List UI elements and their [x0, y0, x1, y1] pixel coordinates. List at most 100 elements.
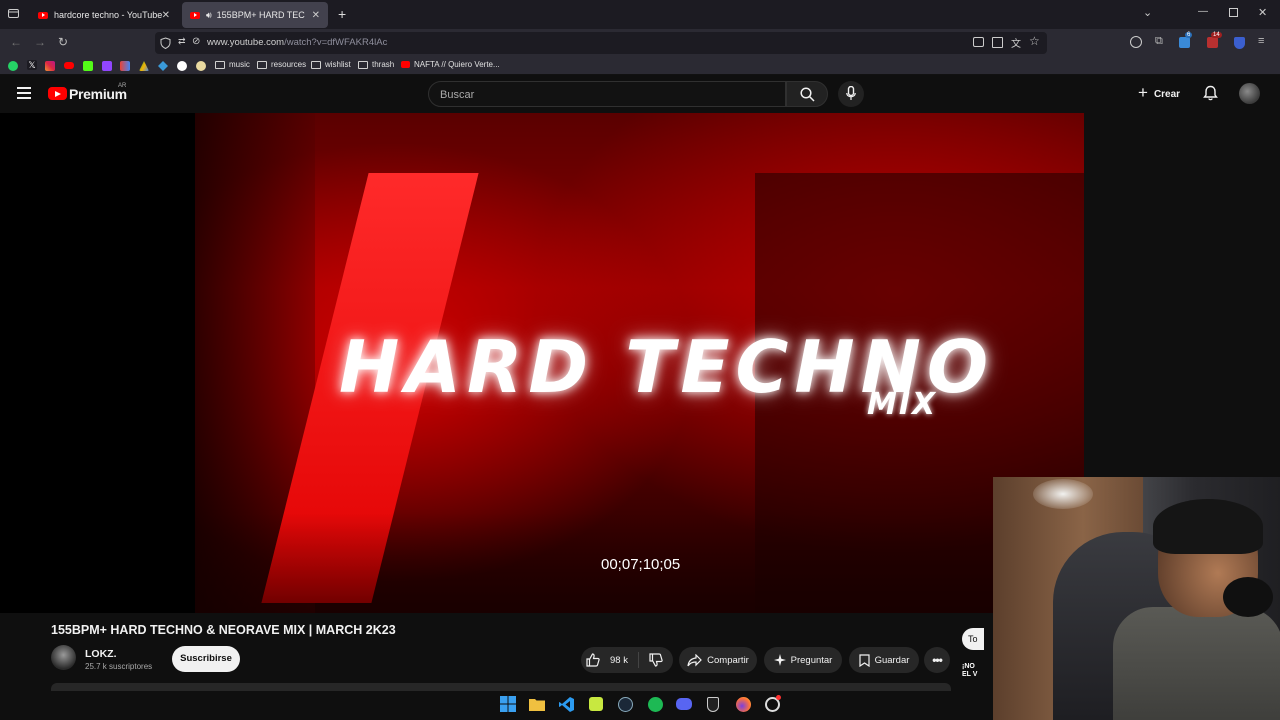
reload-icon[interactable]: ↻ — [58, 35, 68, 49]
forward-icon[interactable]: → — [34, 35, 46, 49]
close-window-icon[interactable]: ✕ — [1258, 6, 1267, 19]
share-button[interactable]: Compartir — [679, 647, 757, 673]
ask-label: Preguntar — [790, 654, 833, 666]
reader-view-icon[interactable] — [992, 37, 1003, 48]
tab-label: hardcore techno - YouTube — [54, 10, 163, 20]
bookmark-resources[interactable]: resources — [257, 60, 306, 69]
bookmark-icon — [858, 653, 870, 667]
youtube-favicon-icon — [190, 11, 200, 19]
extension-red-icon[interactable] — [1207, 37, 1218, 48]
create-button[interactable]: + Crear — [1138, 83, 1180, 103]
search-button[interactable] — [786, 81, 828, 107]
permissions-icon[interactable]: ⇄ — [178, 36, 186, 47]
subscribe-button[interactable]: Suscribirse — [172, 646, 240, 672]
dislike-button[interactable] — [649, 653, 668, 667]
instagram-icon[interactable] — [45, 61, 55, 71]
tab-hardcore-techno[interactable]: hardcore techno - YouTube ✕ — [30, 2, 178, 28]
epic-games-icon[interactable] — [704, 695, 722, 713]
drive-icon[interactable] — [139, 61, 149, 71]
firefox-icon[interactable] — [734, 695, 752, 713]
youtube-logo-icon[interactable] — [48, 87, 67, 100]
share-icon — [687, 653, 702, 666]
close-tab-icon[interactable]: ✕ — [162, 10, 170, 21]
shield-icon[interactable] — [160, 36, 171, 54]
new-tab-button[interactable]: + — [338, 6, 346, 22]
file-explorer-icon[interactable] — [528, 695, 546, 713]
whatsapp-icon[interactable] — [8, 61, 18, 71]
bookmark-label: thrash — [372, 60, 395, 69]
line-app-icon[interactable] — [587, 695, 605, 713]
translate-icon[interactable]: 文 — [1011, 35, 1021, 50]
channel-avatar[interactable] — [51, 645, 76, 670]
bookmark-star-icon[interactable]: ☆ — [1029, 34, 1040, 48]
like-button[interactable]: 98 k — [586, 653, 628, 667]
thumbs-up-icon — [586, 653, 600, 667]
webcam-microphone — [1223, 577, 1273, 617]
x-icon[interactable]: 𝕏 — [27, 60, 37, 70]
bookmark-thrash[interactable]: thrash — [358, 60, 394, 69]
video-timecode: 00;07;10;05 — [601, 556, 681, 573]
video-frame[interactable]: HARD TECHNO MIX 00;07;10;05 — [195, 113, 1084, 613]
kick-icon[interactable] — [83, 61, 93, 71]
discord-icon[interactable] — [675, 695, 693, 713]
youtube-favicon-icon — [38, 11, 48, 19]
description-box[interactable] — [51, 683, 951, 691]
bookmarks-bar: 𝕏 music resources wishlist thrash NAFTA … — [0, 57, 1280, 75]
menu-icon[interactable] — [17, 87, 31, 99]
obs-icon[interactable] — [763, 695, 781, 713]
search-placeholder: Buscar — [440, 89, 475, 101]
tab-hard-techno-mix[interactable]: 🔊︎ 155BPM+ HARD TECHNO & ✕ — [182, 2, 328, 28]
close-tab-icon[interactable]: ✕ — [312, 10, 320, 21]
side-thumbnail-text[interactable]: ¡NO EL V — [962, 663, 980, 679]
gmail-icon[interactable] — [120, 61, 130, 71]
bitwarden-shield-icon[interactable] — [1234, 37, 1245, 49]
user-avatar[interactable] — [1239, 83, 1260, 104]
extension-badge: 14 — [1211, 32, 1222, 38]
extensions-icon[interactable]: ⧉ — [1155, 35, 1163, 48]
speaker-icon[interactable]: 🔊︎ — [206, 10, 212, 21]
bookmark-label: music — [229, 60, 250, 69]
like-dislike-group: 98 k — [581, 647, 673, 673]
account-icon[interactable] — [1130, 36, 1142, 48]
extension-blue-icon[interactable] — [1179, 37, 1190, 48]
bookmark-label: wishlist — [325, 60, 351, 69]
channel-name[interactable]: LOKZ. — [85, 648, 117, 660]
minimize-window-icon[interactable]: — — [1198, 6, 1208, 17]
screenshot-icon[interactable] — [973, 37, 984, 47]
notifications-bell-icon[interactable] — [1203, 85, 1218, 101]
browser-nav-bar: ← → ↻ ⇄ ⊘ www.youtube.com/watch?v=dfWFAK… — [0, 29, 1280, 57]
search-icon — [800, 87, 815, 102]
save-button[interactable]: Guardar — [849, 647, 919, 673]
recording-dot — [776, 695, 781, 700]
more-actions-button[interactable]: ••• — [924, 647, 950, 673]
folder-icon — [257, 60, 267, 69]
url-bar[interactable]: ⇄ ⊘ www.youtube.com/watch?v=dfWFAKR4lAc … — [155, 32, 1047, 54]
google-icon[interactable] — [177, 61, 187, 71]
back-icon[interactable]: ← — [10, 35, 22, 49]
extension-badge: 6 — [1185, 32, 1193, 38]
vscode-icon[interactable] — [557, 695, 575, 713]
bookmark-wishlist[interactable]: wishlist — [311, 60, 351, 69]
twitch-icon[interactable] — [102, 61, 112, 71]
tab-list-icon[interactable] — [8, 8, 19, 22]
youtube-bookmark-icon[interactable] — [64, 62, 74, 69]
search-input[interactable]: Buscar — [428, 81, 786, 107]
crypto-icon[interactable] — [158, 61, 168, 71]
voice-search-button[interactable] — [838, 81, 864, 107]
maximize-window-icon[interactable] — [1229, 8, 1238, 17]
ask-button[interactable]: Preguntar — [764, 647, 842, 673]
app-menu-icon[interactable]: ≡ — [1258, 35, 1264, 47]
bookmark-music[interactable]: music — [215, 60, 250, 69]
url-text[interactable]: www.youtube.com/watch?v=dfWFAKR4lAc — [207, 37, 387, 48]
bookmark-label: NAFTA // Quiero Verte... — [414, 60, 500, 69]
side-chip-button[interactable]: To — [962, 628, 984, 650]
subscriber-count: 25.7 k suscriptores — [85, 662, 153, 671]
bookmark-nafta[interactable]: NAFTA // Quiero Verte... — [401, 60, 500, 69]
windows-start-icon[interactable] — [499, 695, 517, 713]
folder-icon — [215, 60, 225, 69]
spotify-icon[interactable] — [646, 695, 664, 713]
steam-icon[interactable] — [616, 695, 634, 713]
misc-bookmark-icon[interactable] — [196, 61, 206, 71]
tracking-protection-icon[interactable]: ⊘ — [192, 36, 200, 47]
list-all-tabs-icon[interactable]: ⌄ — [1143, 6, 1152, 19]
